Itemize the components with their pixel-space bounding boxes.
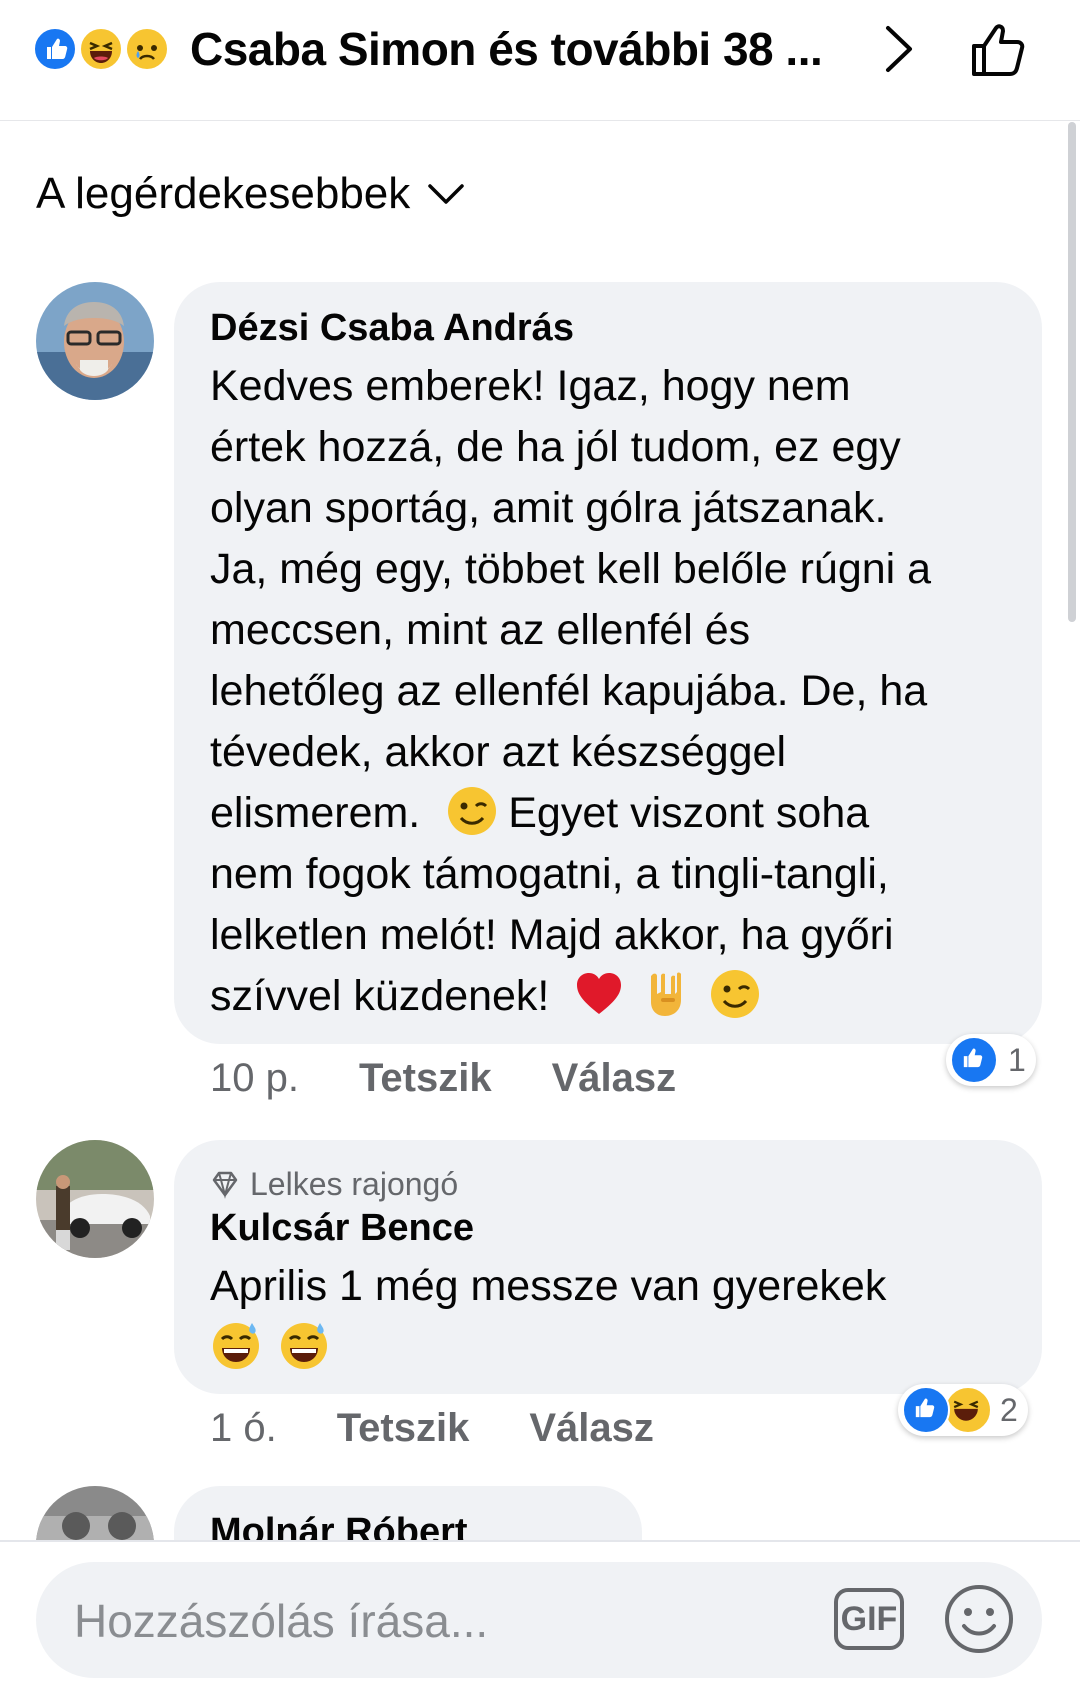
reactions-title[interactable]: Csaba Simon és további 38 ... [190, 20, 823, 78]
reactions-header[interactable]: Csaba Simon és további 38 ... [0, 0, 1080, 121]
comment-line-text: Egyet viszont soha [508, 789, 870, 837]
wink-emoji-icon [711, 970, 760, 1018]
sort-label: A legérdekesebbek [36, 169, 411, 218]
reaction-count-pill[interactable]: 1 [946, 1034, 1036, 1086]
reply-button[interactable]: Válasz [529, 1406, 654, 1451]
comment-line: nem fogok támogatni, a tingli-tangli, [210, 850, 889, 898]
fan-badge-label: Lelkes rajongó [250, 1165, 459, 1202]
comment-line: Aprilis 1 még messze van gyerekek [210, 1262, 887, 1310]
comment-line: tévedek, akkor azt készséggel [210, 728, 787, 776]
like-reaction-icon [32, 26, 78, 72]
sad-reaction-icon [124, 26, 170, 72]
comment-line: lehetőleg az ellenfél kapujába. De, ha [210, 667, 928, 715]
comment-partial: Molnár Róbert [0, 1486, 1080, 1540]
sweat-smile-emoji-icon [213, 1323, 259, 1369]
reaction-count: 2 [1000, 1391, 1018, 1428]
chevron-down-icon [428, 184, 465, 204]
avatar[interactable] [36, 282, 154, 400]
like-reaction-icon [902, 1386, 950, 1434]
comment-meta: 1 ó. Tetszik Válasz [210, 1398, 654, 1458]
comment-meta: 10 p. Tetszik Válasz [210, 1048, 676, 1108]
like-button[interactable]: Tetszik [337, 1406, 470, 1451]
comment-text: Aprilis 1 még messze van gyerekek [210, 1256, 1030, 1378]
reaction-summary[interactable] [32, 26, 182, 72]
comment-line: Kedves emberek! Igaz, hogy nem [210, 362, 851, 410]
haha-reaction-icon [944, 1386, 992, 1434]
reaction-count: 1 [1008, 1041, 1026, 1078]
avatar[interactable] [36, 1486, 154, 1540]
comment-input[interactable] [72, 1584, 836, 1658]
rock-on-hand-emoji-icon [651, 972, 682, 1016]
thumbs-up-icon[interactable] [968, 18, 1030, 80]
gif-button[interactable]: GIF [834, 1588, 904, 1650]
comment-line-text: szívvel küzdenek! [210, 972, 550, 1020]
like-button[interactable]: Tetszik [359, 1056, 492, 1101]
comment-line: szívvel küzdenek! [210, 966, 1030, 1027]
comment-timestamp[interactable]: 1 ó. [210, 1406, 277, 1451]
avatar[interactable] [36, 1140, 154, 1258]
comment-line [210, 1317, 1030, 1378]
haha-reaction-icon [78, 26, 124, 72]
comment-line: meccsen, mint az ellenfél és [210, 606, 751, 654]
comment-author[interactable]: Molnár Róbert [210, 1508, 468, 1540]
fan-badge[interactable]: Lelkes rajongó [210, 1162, 458, 1206]
sort-dropdown[interactable]: A legérdekesebbek [36, 164, 468, 224]
reply-button[interactable]: Válasz [552, 1056, 677, 1101]
comment-timestamp[interactable]: 10 p. [210, 1056, 299, 1101]
scrollbar[interactable] [1068, 122, 1076, 622]
heart-emoji-icon [577, 973, 622, 1014]
diamond-icon [212, 1171, 238, 1199]
sweat-smile-emoji-icon [280, 1323, 327, 1369]
comment-line: Ja, még egy, többet kell belőle rúgni a [210, 545, 932, 593]
comment-line: olyan sportág, amit gólra játszanak. [210, 484, 887, 532]
comment-composer: GIF [0, 1540, 1080, 1697]
comment-author[interactable]: Kulcsár Bence [210, 1204, 474, 1252]
comment-line-text: elismerem. [210, 789, 421, 837]
comment-text: Kedves emberek! Igaz, hogy nem értek hoz… [210, 356, 1030, 1027]
composer-field[interactable]: GIF [36, 1562, 1042, 1678]
like-reaction-icon [950, 1036, 998, 1084]
reaction-count-pill[interactable]: 2 [898, 1384, 1028, 1436]
comment-line: lelketlen melót! Majd akkor, ha győri [210, 911, 894, 959]
emoji-picker-icon[interactable] [942, 1582, 1016, 1656]
chevron-right-icon[interactable] [878, 20, 918, 78]
comment-line: értek hozzá, de ha jól tudom, ez egy [210, 423, 901, 471]
wink-emoji-icon [448, 787, 497, 835]
comment-author[interactable]: Dézsi Csaba András [210, 304, 574, 352]
comment-line: elismerem. Egyet viszont soha [210, 783, 1030, 844]
